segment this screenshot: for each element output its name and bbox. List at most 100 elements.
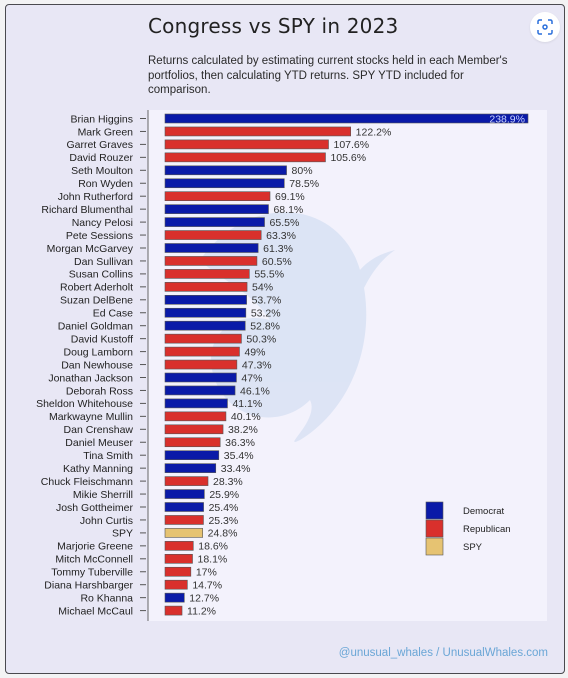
bar-republican xyxy=(164,333,242,344)
y-tick-label: Kathy Manning xyxy=(63,463,133,475)
bar-value-label: 38.2% xyxy=(228,424,258,436)
bar-republican xyxy=(164,424,224,435)
bar-republican xyxy=(164,359,238,370)
bar-republican xyxy=(164,541,194,551)
y-tick-label: David Kustoff xyxy=(71,333,133,345)
bar-value-label: 35.4% xyxy=(224,450,254,462)
bar-value-label: 63.3% xyxy=(266,230,296,242)
y-tick-label: Marjorie Greene xyxy=(57,541,133,553)
bar-republican xyxy=(164,346,240,357)
bar-democrat xyxy=(164,450,220,461)
bar-value-label: 80% xyxy=(292,165,313,177)
bar-value-label: 49% xyxy=(244,346,265,358)
bar-republican xyxy=(164,579,188,590)
y-tick-label: Daniel Meuser xyxy=(65,437,133,449)
y-tick-label: Mikie Sherrill xyxy=(73,489,133,501)
y-tick-label: Dan Sullivan xyxy=(74,256,133,268)
bar-value-label: 47% xyxy=(241,372,262,384)
bar-republican xyxy=(164,553,193,564)
y-tick-label: Seth Moulton xyxy=(71,165,133,177)
bar-chart: Brian HigginsMark GreenGarret GravesDavi… xyxy=(36,110,529,621)
bar-democrat xyxy=(164,204,269,214)
y-tick-label: Daniel Goldman xyxy=(58,321,133,333)
bar-value-label: 41.1% xyxy=(232,398,262,410)
y-tick-label: Diana Harshbarger xyxy=(44,580,133,592)
bar-value-label: 47.3% xyxy=(242,359,272,371)
y-tick-label: Deborah Ross xyxy=(66,385,133,397)
footer-credit-link[interactable]: @unusual_whales / UnusualWhales.com xyxy=(339,647,548,659)
bar-republican xyxy=(164,476,209,486)
y-tick-label: Robert Aderholt xyxy=(60,282,133,294)
legend-swatch-republican xyxy=(425,519,444,538)
y-tick-label: Doug Lamborn xyxy=(64,346,134,358)
bar-value-label: 68.1% xyxy=(273,204,303,216)
bar-value-label: 18.1% xyxy=(198,554,228,566)
bar-value-label: 61.3% xyxy=(263,243,293,255)
y-tick-label: Brian Higgins xyxy=(71,113,133,125)
bar-democrat xyxy=(164,320,246,331)
bar-republican xyxy=(164,230,262,240)
y-tick-label: Richard Blumenthal xyxy=(41,204,133,216)
bar-democrat xyxy=(164,463,217,473)
bar-value-label: 14.7% xyxy=(192,580,222,592)
bar-democrat xyxy=(164,489,205,499)
legend-label-democrat: Democrat xyxy=(463,506,505,517)
bar-value-label: 12.7% xyxy=(189,592,219,604)
bar-republican xyxy=(164,256,258,266)
y-tick-label: Sheldon Whitehouse xyxy=(36,398,133,410)
y-tick-label: Michael McCaul xyxy=(58,605,133,617)
bar-democrat xyxy=(164,385,236,396)
bar-republican xyxy=(164,282,248,292)
y-tick-label: Ro Khanna xyxy=(80,592,133,604)
bar-democrat xyxy=(164,178,285,189)
bar-value-label: 78.5% xyxy=(289,178,319,190)
y-tick-label: Morgan McGarvey xyxy=(47,243,134,255)
bar-republican xyxy=(164,269,250,279)
bar-value-label: 36.3% xyxy=(225,437,255,449)
y-tick-label: Susan Collins xyxy=(69,269,133,281)
bar-value-label: 33.4% xyxy=(221,463,251,475)
y-tick-label: Suzan DelBene xyxy=(60,295,133,307)
bar-value-label: 28.3% xyxy=(213,476,243,488)
bar-democrat xyxy=(164,243,259,253)
bar-value-label: 11.2% xyxy=(187,605,216,617)
y-tick-label: Mitch McConnell xyxy=(55,554,133,566)
y-tick-label: Chuck Fleischmann xyxy=(41,476,133,488)
bar-spy xyxy=(164,528,203,538)
bar-republican xyxy=(164,605,183,616)
bar-democrat xyxy=(164,307,247,318)
bar-democrat xyxy=(164,217,265,227)
bar-democrat xyxy=(164,113,529,124)
bar-value-label: 40.1% xyxy=(231,411,261,423)
bar-republican xyxy=(164,515,204,525)
y-tick-label: Mark Green xyxy=(78,126,134,138)
y-tick-label: Tommy Tuberville xyxy=(51,567,133,579)
y-tick-label: Markwayne Mullin xyxy=(49,411,133,423)
y-tick-label: John Rutherford xyxy=(58,191,133,203)
bar-value-label: 17% xyxy=(196,567,217,579)
legend-swatch-democrat xyxy=(425,501,444,520)
bar-value-label: 25.3% xyxy=(208,515,238,527)
bar-value-label: 105.6% xyxy=(330,152,366,164)
bar-democrat xyxy=(164,592,185,603)
y-tick-label: Josh Gottheimer xyxy=(56,502,134,514)
bar-value-label: 55.5% xyxy=(254,269,284,281)
bar-value-label: 60.5% xyxy=(262,256,292,268)
y-tick-label: Ron Wyden xyxy=(78,178,133,190)
bar-democrat xyxy=(164,372,237,383)
y-tick-label: Ed Case xyxy=(93,308,133,320)
y-tick-label: David Rouzer xyxy=(69,152,133,164)
y-tick-label: SPY xyxy=(112,528,133,540)
bar-republican xyxy=(164,152,326,163)
y-tick-label: Dan Crenshaw xyxy=(64,424,134,436)
bar-value-label: 54% xyxy=(252,282,273,294)
legend-label-republican: Republican xyxy=(463,524,511,535)
bar-value-label: 107.6% xyxy=(333,139,369,151)
bar-value-label: 65.5% xyxy=(270,217,300,229)
bar-value-label: 25.4% xyxy=(209,502,239,514)
bar-value-label: 50.3% xyxy=(246,333,276,345)
y-tick-label: John Curtis xyxy=(80,515,133,527)
y-tick-label: Garret Graves xyxy=(66,139,133,151)
legend-swatch-spy xyxy=(425,537,444,556)
bar-republican xyxy=(164,126,351,137)
